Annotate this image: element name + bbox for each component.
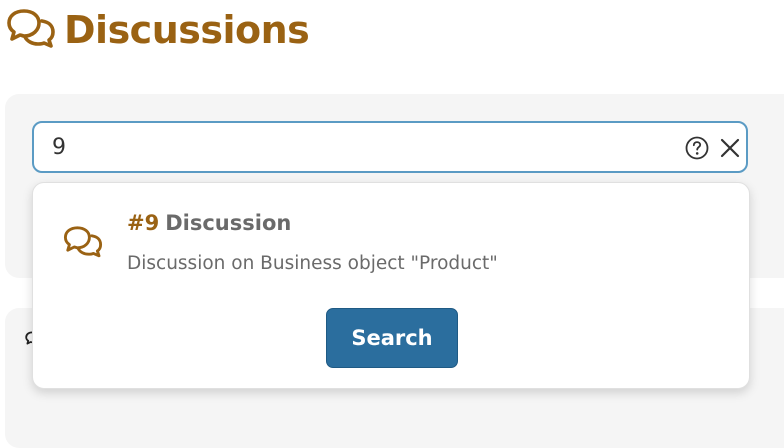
result-description: Discussion on Business object "Product" bbox=[127, 253, 498, 274]
discussion-icon bbox=[63, 223, 103, 263]
page-title: Discussions bbox=[64, 8, 310, 52]
result-title: #9 Discussion bbox=[127, 211, 291, 235]
search-button[interactable]: Search bbox=[326, 308, 458, 368]
search-input[interactable] bbox=[52, 133, 652, 161]
close-icon[interactable] bbox=[718, 136, 742, 160]
search-field[interactable] bbox=[32, 121, 748, 173]
page-header: Discussions bbox=[6, 4, 310, 56]
result-type: Discussion bbox=[165, 211, 292, 235]
search-result-item[interactable]: #9 Discussion Discussion on Business obje… bbox=[33, 183, 749, 293]
result-number: #9 bbox=[127, 211, 160, 235]
discussion-icon bbox=[6, 5, 56, 55]
search-results-dropdown: #9 Discussion Discussion on Business obje… bbox=[32, 182, 750, 389]
help-icon[interactable] bbox=[684, 135, 710, 161]
